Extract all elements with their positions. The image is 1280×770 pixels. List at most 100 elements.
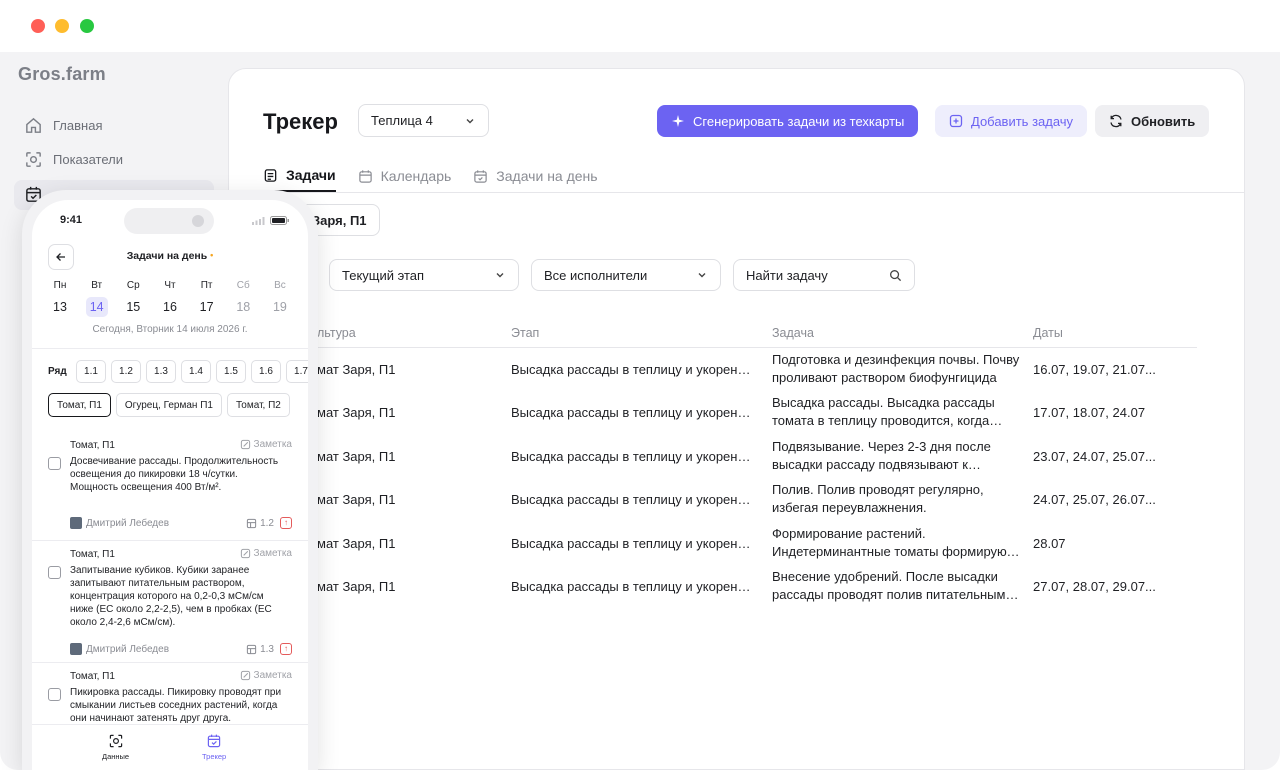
calendar-icon — [358, 169, 372, 183]
scan-icon — [109, 734, 122, 748]
week-day[interactable]: Чт 16 — [152, 280, 188, 317]
week-day[interactable]: Ср 15 — [115, 280, 151, 317]
crop-chip[interactable]: Огурец, Герман П1 — [115, 393, 222, 417]
table-row[interactable]: мат Заря, П1 Высадка рассады в теплицу и … — [229, 392, 1244, 435]
task-list-icon — [264, 168, 277, 182]
task-row-tag: 1.2 — [246, 518, 274, 529]
row-chip[interactable]: 1.4 — [181, 360, 211, 383]
nav-item-data[interactable]: Данные — [102, 733, 129, 761]
nav-item-tracker[interactable]: Трекер — [202, 733, 226, 761]
dynamic-island — [124, 208, 214, 234]
chevron-down-icon — [496, 273, 504, 278]
task-text: Пикировка рассады. Пикировку проводят пр… — [70, 687, 282, 724]
column-header-dates: Даты — [1033, 326, 1063, 340]
cell-task: Формирование растений. Индетерминантные … — [772, 526, 1013, 559]
day-date: 16 — [163, 300, 177, 314]
add-task-label: Добавить задачу — [971, 113, 1074, 129]
row-chip[interactable]: 1.3 — [146, 360, 176, 383]
home-icon — [26, 117, 41, 133]
cell-crop: мат Заря, П1 — [317, 362, 396, 377]
day-name: Пт — [200, 280, 213, 291]
table-row[interactable]: мат Заря, П1 Высадка рассады в теплицу и … — [229, 566, 1244, 609]
task-row-tag: 1.3 — [246, 644, 274, 655]
greenhouse-select[interactable]: Теплица 4 — [358, 104, 489, 137]
table-row[interactable]: мат Заря, П1 Высадка рассады в теплицу и … — [229, 479, 1244, 522]
crop-chip[interactable]: Томат, П1 — [48, 393, 111, 417]
table-header-divider — [309, 347, 1197, 348]
task-checkbox[interactable] — [48, 688, 61, 701]
cell-crop: мат Заря, П1 — [317, 492, 396, 507]
note-button[interactable]: Заметка — [240, 670, 292, 681]
task-checkbox[interactable] — [48, 457, 61, 470]
note-icon — [240, 439, 250, 450]
add-task-button[interactable]: Добавить задачу — [935, 105, 1088, 137]
row-filter-chips: 1.1 1.2 1.3 1.4 1.5 1.6 1.7 — [76, 360, 308, 383]
sidebar-item-home[interactable]: Главная — [24, 116, 102, 135]
status-time: 9:41 — [60, 214, 83, 226]
overdue-dot: • — [210, 250, 214, 260]
stage-select-value: Текущий этап — [342, 267, 425, 283]
refresh-button[interactable]: Обновить — [1095, 105, 1210, 137]
mobile-page-title: Задачи на день • — [32, 250, 308, 262]
status-icons — [252, 216, 290, 225]
day-date: 19 — [272, 300, 287, 314]
row-chip[interactable]: 1.1 — [76, 360, 106, 383]
cell-dates: 24.07, 25.07, 26.07... — [1033, 492, 1156, 507]
task-checkbox[interactable] — [48, 566, 61, 579]
note-button[interactable]: Заметка — [240, 548, 292, 559]
task-search[interactable] — [733, 259, 915, 291]
mobile-bottom-nav: Данные Трекер — [32, 724, 308, 770]
search-input[interactable] — [746, 267, 876, 283]
close-window-button[interactable] — [31, 19, 45, 33]
chevron-down-icon — [466, 118, 474, 123]
week-day[interactable]: Вс 19 — [262, 280, 298, 317]
sidebar-item-metrics[interactable]: Показатели — [24, 150, 123, 169]
day-name: Чт — [164, 280, 176, 291]
crop-chip[interactable]: Томат, П2 — [226, 393, 290, 417]
phone-screen: 9:41 Задачи на день • Пн 13 Вт 14 Ср 15 Чт 16 Пт… — [32, 200, 308, 770]
day-date: 13 — [53, 300, 67, 314]
maximize-window-button[interactable] — [80, 19, 94, 33]
row-chip[interactable]: 1.2 — [111, 360, 141, 383]
row-chip[interactable]: 1.7 — [286, 360, 308, 383]
stage-select[interactable]: Текущий этап — [329, 259, 519, 291]
table-row[interactable]: мат Заря, П1 Высадка рассады в теплицу и … — [229, 523, 1244, 566]
week-day[interactable]: Сб 18 — [225, 280, 261, 317]
assignee-select-value: Все исполнители — [544, 267, 648, 283]
tabs: Задачи Календарь Задачи на день — [263, 167, 598, 192]
sparkle-icon — [672, 115, 684, 127]
mobile-title-text: Задачи на день — [126, 250, 208, 262]
row-chip[interactable]: 1.5 — [216, 360, 246, 383]
calendar-check-icon — [474, 169, 488, 183]
day-name: Ср — [126, 280, 140, 291]
task-text: Запитывание кубиков. Кубики заранее запи… — [70, 565, 272, 628]
row-chip[interactable]: 1.6 — [251, 360, 281, 383]
minimize-window-button[interactable] — [55, 19, 69, 33]
priority-up-icon: ↑ — [280, 643, 292, 655]
cell-crop: мат Заря, П1 — [317, 536, 396, 551]
week-day[interactable]: Пт 17 — [189, 280, 225, 317]
week-day[interactable]: Вт 14 — [79, 280, 115, 317]
generate-tasks-button[interactable]: Сгенерировать задачи из техкарты — [657, 105, 919, 137]
sidebar-item-label: Показатели — [53, 152, 123, 167]
tab-tasks[interactable]: Задачи — [263, 167, 336, 192]
column-header-stage: Этап — [511, 326, 540, 340]
tab-calendar[interactable]: Календарь — [358, 167, 451, 192]
task-assignee: Дмитрий Лебедев — [70, 643, 169, 655]
nav-label: Данные — [102, 752, 130, 761]
task-meta: 1.2 ↑ — [246, 517, 292, 529]
table-row[interactable]: мат Заря, П1 Высадка рассады в теплицу и … — [229, 349, 1244, 392]
tab-daily-tasks[interactable]: Задачи на день — [473, 167, 598, 192]
avatar — [70, 643, 82, 655]
table-row[interactable]: мат Заря, П1 Высадка рассады в теплицу и … — [229, 436, 1244, 479]
cell-stage: Высадка рассады в теплицу и укоренение — [511, 492, 753, 507]
note-label: Заметка — [253, 439, 292, 450]
cell-task: Внесение удобрений. После высадки рассад… — [772, 569, 1006, 602]
avatar — [70, 517, 82, 529]
note-button[interactable]: Заметка — [240, 439, 292, 450]
assignee-select[interactable]: Все исполнители — [531, 259, 721, 291]
row-filter-label: Ряд — [48, 366, 67, 377]
grid-icon — [246, 518, 257, 528]
week-day[interactable]: Пн 13 — [42, 280, 78, 317]
day-name: Вс — [274, 280, 286, 291]
